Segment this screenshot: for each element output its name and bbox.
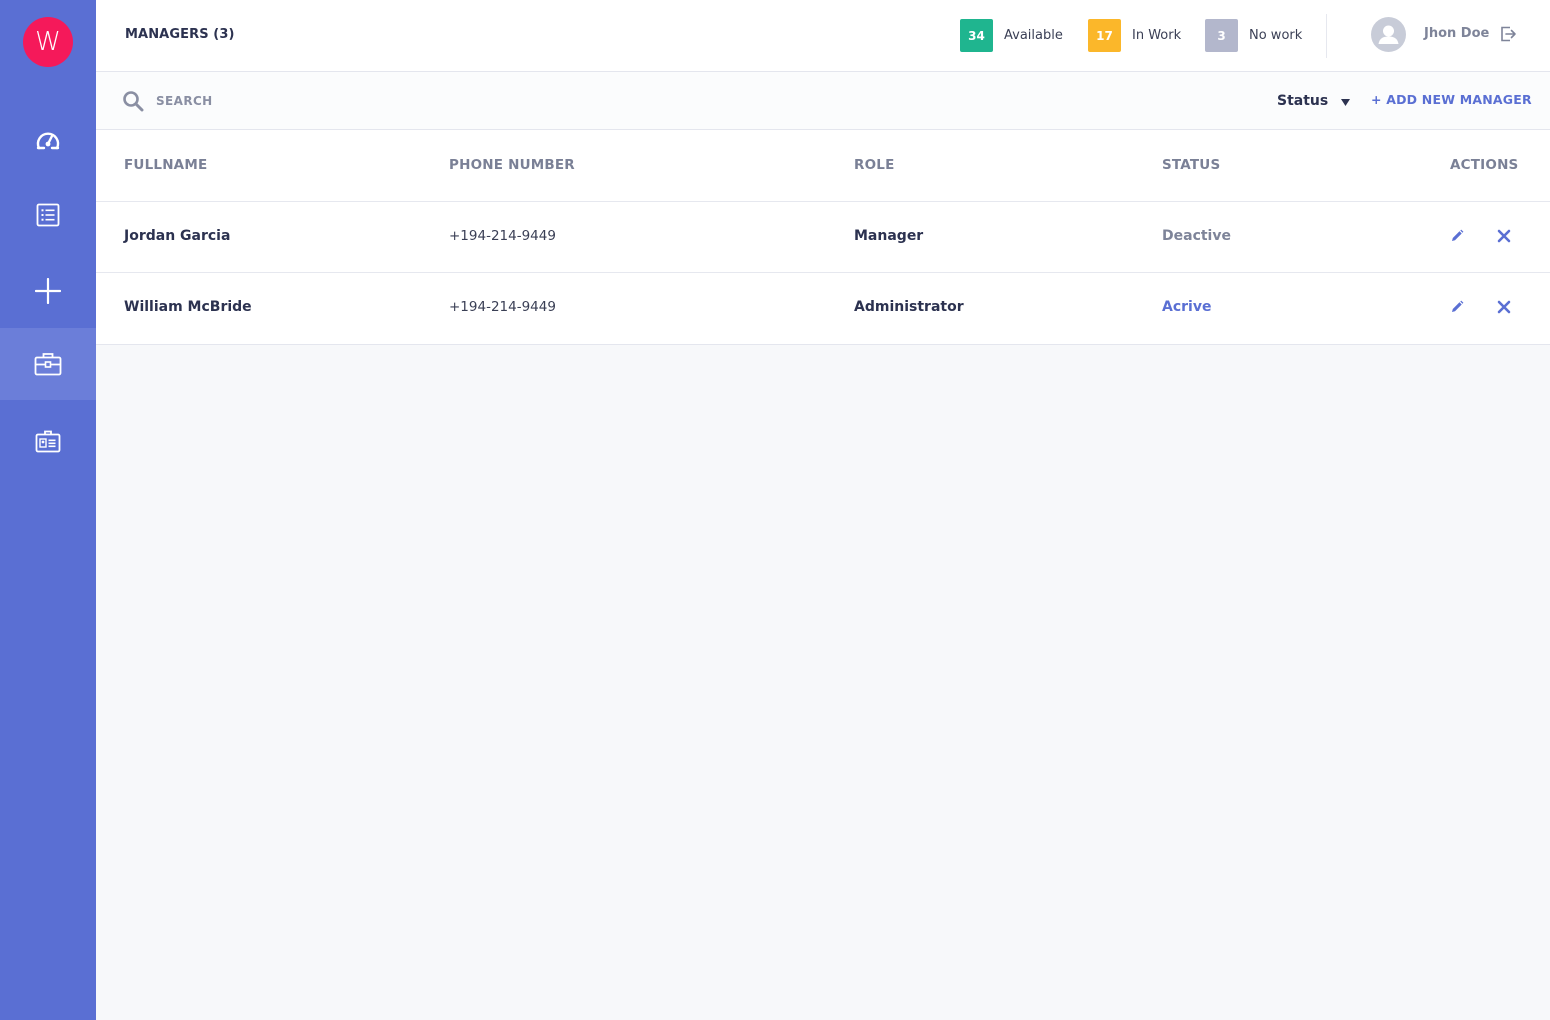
column-header-role[interactable]: ROLE xyxy=(854,157,895,173)
column-header-phone[interactable]: PHONE NUMBER xyxy=(449,157,575,173)
cell-role: Administrator xyxy=(854,299,964,315)
table-header: FULLNAME PHONE NUMBER ROLE STATUS ACTION… xyxy=(96,130,1550,202)
cell-fullname: William McBride xyxy=(124,299,252,315)
stat-no-work: 3 No work xyxy=(1205,19,1302,52)
cell-fullname: Jordan Garcia xyxy=(124,228,231,244)
stat-count-badge: 17 xyxy=(1088,19,1121,52)
managers-table: FULLNAME PHONE NUMBER ROLE STATUS ACTION… xyxy=(96,130,1550,345)
briefcase-icon xyxy=(34,352,62,376)
app-logo[interactable]: W xyxy=(23,17,73,67)
page-title: MANAGERS (3) xyxy=(125,27,235,42)
cell-status: Deactive xyxy=(1162,228,1231,244)
stat-label: No work xyxy=(1249,28,1303,43)
stat-available: 34 Available xyxy=(960,19,1063,52)
sidebar-item-list[interactable] xyxy=(0,179,96,251)
stat-label: In Work xyxy=(1132,28,1182,43)
sidebar-item-profile[interactable] xyxy=(0,406,96,478)
edit-icon[interactable] xyxy=(1450,228,1464,247)
search-icon xyxy=(122,90,144,116)
sidebar-item-managers[interactable] xyxy=(0,328,96,400)
search-input[interactable] xyxy=(156,89,656,113)
user-avatar-icon[interactable] xyxy=(1371,17,1406,52)
column-header-status[interactable]: STATUS xyxy=(1162,157,1220,173)
user-name[interactable]: Jhon Doe xyxy=(1424,26,1489,41)
dashboard-icon xyxy=(35,128,61,152)
toolbar: Status + ADD NEW MANAGER xyxy=(96,72,1550,130)
column-header-fullname[interactable]: FULLNAME xyxy=(124,157,207,173)
delete-icon[interactable] xyxy=(1497,228,1511,247)
stat-in-work: 17 In Work xyxy=(1088,19,1181,52)
table-row[interactable]: William McBride +194-214-9449 Administra… xyxy=(96,273,1550,344)
status-filter-label: Status xyxy=(1277,92,1329,109)
stat-count-badge: 34 xyxy=(960,19,993,52)
status-filter-dropdown[interactable]: Status xyxy=(1277,91,1351,110)
logo-letter: W xyxy=(35,27,61,57)
add-new-manager-button[interactable]: + ADD NEW MANAGER xyxy=(1371,92,1532,107)
cell-role: Manager xyxy=(854,228,924,244)
stat-label: Available xyxy=(1004,28,1063,43)
cell-phone: +194-214-9449 xyxy=(449,228,556,244)
table-row[interactable]: Jordan Garcia +194-214-9449 Manager Deac… xyxy=(96,202,1550,273)
id-card-icon xyxy=(35,430,61,454)
sidebar: W xyxy=(0,0,96,1020)
top-bar: MANAGERS (3) 34 Available 17 In Work 3 N… xyxy=(96,0,1550,72)
sidebar-item-dashboard[interactable] xyxy=(0,104,96,176)
logout-icon[interactable] xyxy=(1500,26,1517,46)
delete-icon[interactable] xyxy=(1497,299,1511,318)
cell-phone: +194-214-9449 xyxy=(449,299,556,315)
list-icon xyxy=(36,203,60,227)
cell-status: Acrive xyxy=(1162,299,1212,315)
header-divider xyxy=(1326,14,1327,58)
stat-count-badge: 3 xyxy=(1205,19,1238,52)
sidebar-item-add[interactable] xyxy=(0,255,96,327)
edit-icon[interactable] xyxy=(1450,299,1464,318)
plus-icon xyxy=(35,278,61,304)
caret-down-icon xyxy=(1341,91,1351,110)
column-header-actions: ACTIONS xyxy=(1450,157,1519,173)
